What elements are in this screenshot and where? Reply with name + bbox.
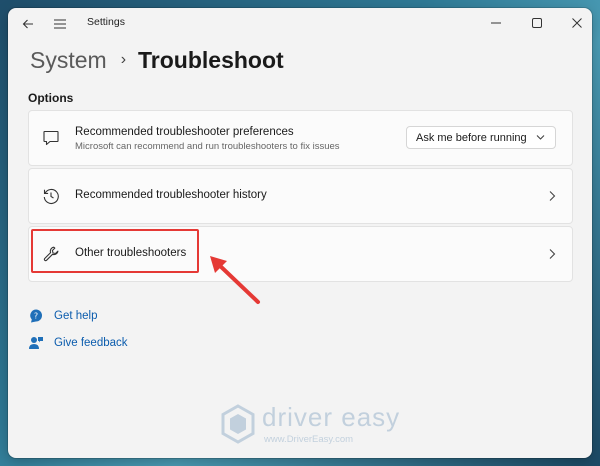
title-bar: Settings bbox=[8, 8, 592, 40]
window-title: Settings bbox=[87, 16, 125, 28]
minimize-icon bbox=[491, 22, 501, 24]
dropdown-selected-value: Ask me before running bbox=[416, 132, 527, 144]
get-help-label[interactable]: Get help bbox=[54, 310, 97, 322]
back-arrow-icon bbox=[22, 19, 33, 29]
give-feedback-label[interactable]: Give feedback bbox=[54, 337, 128, 349]
close-icon bbox=[572, 18, 582, 28]
card-troubleshooter-preferences: Recommended troubleshooter preferences M… bbox=[28, 110, 573, 166]
section-options-label: Options bbox=[28, 91, 74, 105]
breadcrumb-separator: › bbox=[120, 51, 127, 68]
navigation-menu-button[interactable] bbox=[50, 14, 70, 34]
back-button[interactable] bbox=[18, 14, 38, 34]
get-help-link[interactable]: ? Get help bbox=[28, 308, 97, 324]
close-button[interactable] bbox=[563, 12, 591, 34]
card-text: Recommended troubleshooter preferences M… bbox=[75, 126, 340, 152]
minimize-button[interactable] bbox=[482, 12, 510, 34]
watermark-url: www.DriverEasy.com bbox=[264, 434, 354, 445]
help-chat-icon: ? bbox=[30, 309, 42, 323]
watermark: driver easy www.DriverEasy.com bbox=[220, 402, 400, 452]
card-subtitle: Microsoft can recommend and run troubles… bbox=[75, 141, 340, 152]
preference-dropdown[interactable]: Ask me before running bbox=[406, 126, 556, 149]
history-icon bbox=[43, 188, 59, 205]
hamburger-icon bbox=[54, 19, 66, 29]
driver-easy-logo-icon bbox=[221, 404, 255, 444]
card-troubleshooter-history[interactable]: Recommended troubleshooter history bbox=[28, 168, 573, 224]
settings-window: Settings System › Troubleshoot Options R… bbox=[8, 8, 592, 458]
breadcrumb: System › Troubleshoot bbox=[30, 44, 284, 76]
page-title: Troubleshoot bbox=[138, 46, 284, 73]
card-title: Recommended troubleshooter history bbox=[75, 189, 267, 201]
annotation-arrow-icon bbox=[210, 256, 260, 304]
card-title: Recommended troubleshooter preferences bbox=[75, 126, 294, 138]
svg-text:?: ? bbox=[34, 312, 38, 321]
chat-bubble-icon bbox=[43, 130, 59, 146]
chevron-down-icon bbox=[536, 135, 545, 140]
chevron-right-icon bbox=[549, 191, 556, 201]
chevron-right-icon bbox=[549, 249, 556, 259]
annotation-highlight-box bbox=[31, 229, 199, 273]
watermark-brand: driver easy bbox=[262, 402, 401, 432]
give-feedback-link[interactable]: Give feedback bbox=[28, 335, 128, 351]
feedback-person-icon bbox=[29, 337, 43, 349]
maximize-icon bbox=[532, 18, 542, 28]
breadcrumb-system[interactable]: System bbox=[30, 47, 107, 74]
card-text: Recommended troubleshooter history bbox=[75, 189, 267, 201]
maximize-button[interactable] bbox=[523, 12, 551, 34]
